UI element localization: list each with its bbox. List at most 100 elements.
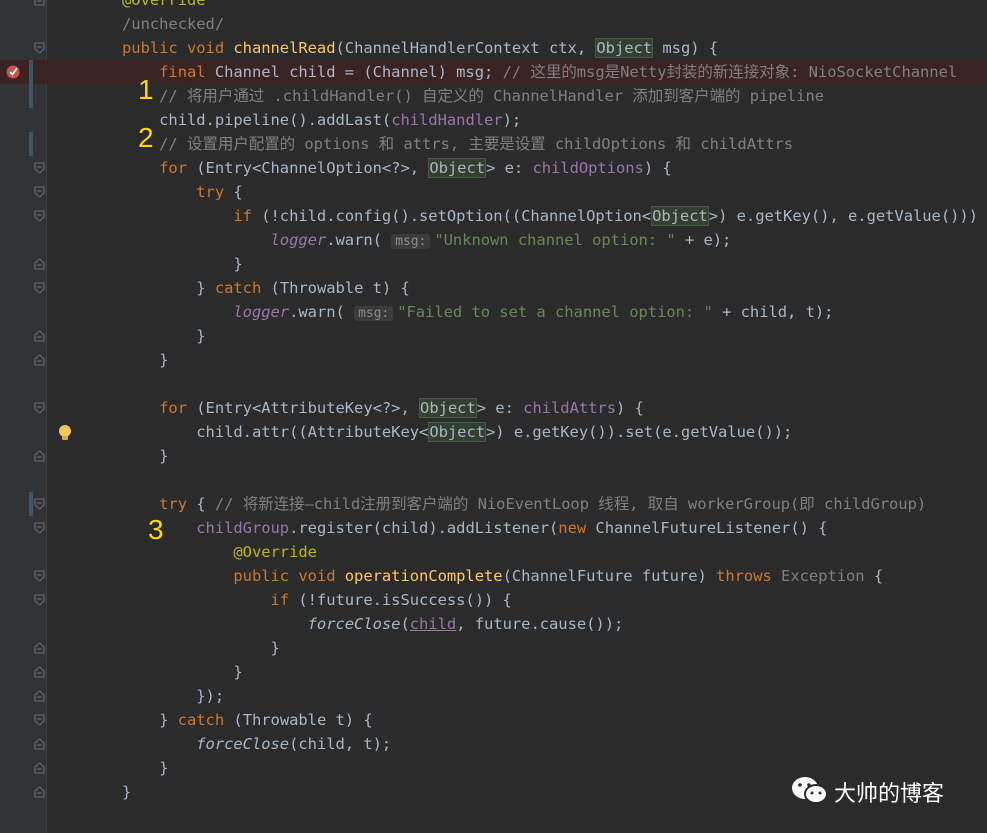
code-line[interactable]: } [0,324,987,348]
fold-icon[interactable] [34,0,45,6]
code-line-text: forceClose(child, future.cause()); [122,612,624,636]
code-line-text: logger.warn( msg: "Failed to set a channe… [122,300,834,324]
fold-icon[interactable] [34,258,45,270]
code-token: > e: [476,399,524,417]
code-line[interactable]: try { [0,180,987,204]
code-line[interactable]: } [0,660,987,684]
code-line[interactable]: } [0,252,987,276]
code-line[interactable]: try { // 将新连接—child注册到客户端的 NioEventLoop … [0,492,987,516]
code-token: logger [270,231,327,249]
fold-icon[interactable] [34,186,45,198]
code-line[interactable]: if (!child.config().setOption((ChannelOp… [0,204,987,228]
code-line-text: child.pipeline().addLast(childHandler); [122,108,521,132]
code-token: ) { [643,159,672,177]
code-line-text: } [122,756,168,780]
code-token: > e: [486,159,533,177]
code-token: (ChannelFuture future) [502,567,717,585]
code-token: final [122,63,215,81]
annotation-marker-3: 3 [148,514,164,545]
code-line[interactable]: @Override [0,0,987,12]
code-line[interactable]: } catch (Throwable t) { [0,708,987,732]
code-token: "Unknown channel option: " [434,231,676,249]
code-token: (child, t); [289,735,392,753]
code-line[interactable]: forceClose(child, t); [0,732,987,756]
fold-icon[interactable] [34,570,45,582]
code-line-text: final Channel child = (Channel) msg; // … [122,60,957,84]
code-line-text: logger.warn( msg: "Unknown channel option… [122,228,731,252]
fold-icon[interactable] [34,594,45,606]
code-line-text: if (!child.config().setOption((ChannelOp… [122,204,978,228]
code-token: ) { [615,399,644,417]
code-token: (Entry<ChannelOption<?>, [196,159,429,177]
code-line[interactable]: public void operationComplete(ChannelFut… [0,564,987,588]
code-token: if [122,591,299,609]
code-token: Object [428,422,487,442]
code-token: operationComplete [344,567,503,585]
lightbulb-icon[interactable] [57,424,73,442]
code-line-text: child.attr((AttributeKey<Object>) e.getK… [122,420,792,444]
code-line[interactable]: } catch (Throwable t) { [0,276,987,300]
code-line[interactable]: forceClose(child, future.cause()); [0,612,987,636]
code-token: ( [400,615,410,633]
code-token: + child, t); [712,303,834,321]
code-line[interactable]: } [0,348,987,372]
breakpoint-icon[interactable] [5,64,21,80]
code-token: >) e.getKey()).set(e.getValue()); [486,423,793,441]
code-line[interactable]: child.attr((AttributeKey<Object>) e.getK… [0,420,987,444]
code-line[interactable]: for (Entry<AttributeKey<?>, Object> e: c… [0,396,987,420]
code-line[interactable]: }); [0,684,987,708]
code-line[interactable]: /unchecked/ [0,12,987,36]
code-line[interactable]: logger.warn( msg: "Failed to set a channe… [0,300,987,324]
code-token: ); [502,111,522,129]
code-token: child.pipeline().addLast( [122,111,392,129]
fold-icon[interactable] [34,642,45,654]
code-line[interactable]: for (Entry<ChannelOption<?>, Object> e: … [0,156,987,180]
code-token: } [122,759,169,777]
code-line-text: // 将用户通过 .childHandler() 自定义的 ChannelHan… [122,84,824,108]
fold-icon[interactable] [34,690,45,702]
fold-icon[interactable] [34,402,45,414]
fold-icon[interactable] [34,354,45,366]
code-token: catch [214,279,271,297]
fold-icon[interactable] [34,714,45,726]
code-line[interactable]: if (!future.isSuccess()) { [0,588,987,612]
fold-icon[interactable] [34,786,45,798]
code-line[interactable]: logger.warn( msg: "Unknown channel option… [0,228,987,252]
code-line[interactable] [0,468,987,492]
code-token: { [864,567,884,585]
code-line[interactable]: } [0,636,987,660]
fold-icon[interactable] [34,522,45,534]
code-token: throws [716,567,782,585]
code-line-text: try { [122,180,242,204]
code-line[interactable]: } [0,444,987,468]
code-token: childOptions [532,159,644,177]
code-token: } [122,711,178,729]
fold-icon[interactable] [34,762,45,774]
change-marker [29,132,33,156]
code-token: } [122,663,243,681]
code-line[interactable]: public void channelRead(ChannelHandlerCo… [0,36,987,60]
code-token: } [122,351,169,369]
code-line-text: } [122,348,168,372]
code-token: // 设置用户配置的 options 和 attrs, 主要是设置 childO… [122,135,794,153]
fold-icon[interactable] [34,666,45,678]
annotation-marker-2: 2 [138,122,154,153]
code-token: .register(child).addListener( [289,519,559,537]
code-line[interactable] [0,372,987,396]
fold-icon[interactable] [34,498,45,510]
fold-icon[interactable] [34,738,45,750]
fold-icon[interactable] [34,162,45,174]
code-token: @Override [122,543,317,561]
fold-icon[interactable] [34,282,45,294]
fold-icon[interactable] [34,450,45,462]
fold-icon[interactable] [34,42,45,54]
code-token: logger [233,303,290,321]
fold-icon[interactable] [34,210,45,222]
code-token: for [122,399,197,417]
code-token: } [122,447,169,465]
code-token: , future.cause()); [456,615,624,633]
code-line-text: /unchecked/ [122,12,224,36]
fold-icon[interactable] [34,330,45,342]
